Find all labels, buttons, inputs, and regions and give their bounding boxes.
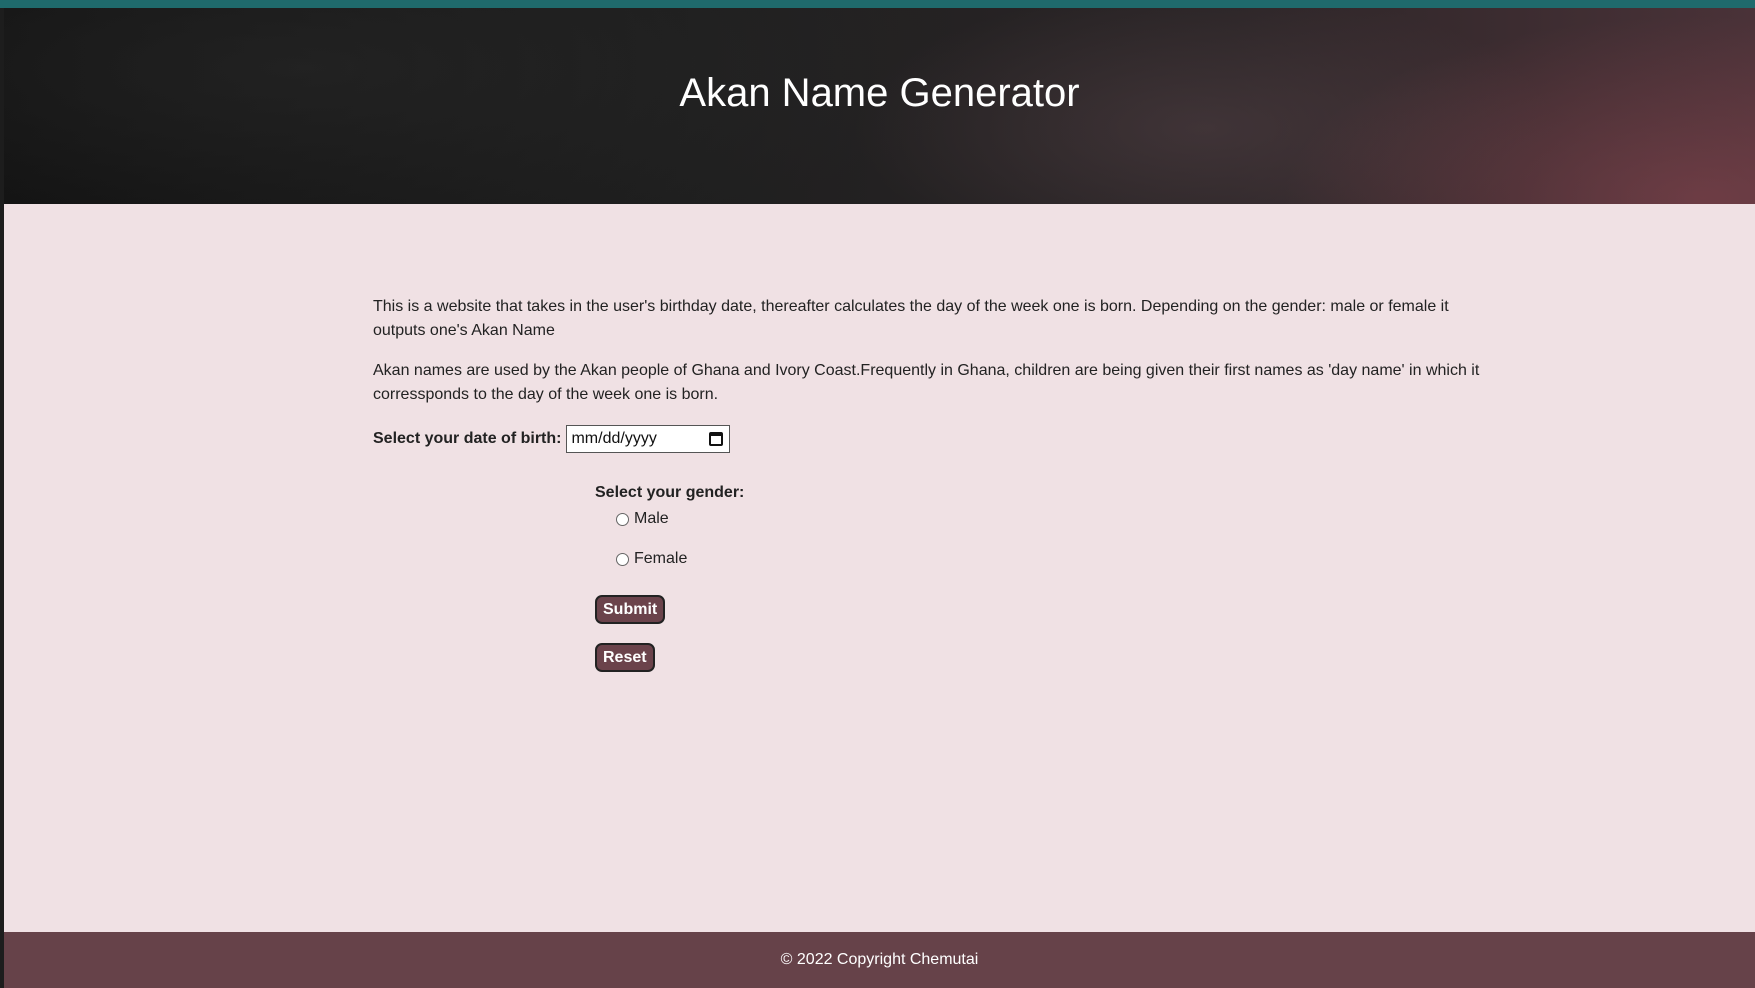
page: Akan Name Generator This is a website th…	[4, 8, 1755, 988]
calendar-icon[interactable]	[709, 432, 724, 446]
intro-paragraph-1: This is a website that takes in the user…	[373, 298, 1449, 339]
gender-option-male[interactable]: Male	[616, 510, 669, 528]
male-label: Male	[634, 510, 669, 527]
female-radio[interactable]	[616, 552, 629, 566]
male-radio[interactable]	[616, 512, 629, 526]
copyright-text: © 2022 Copyright Chemutai	[780, 951, 979, 968]
browser-top-bar	[0, 0, 1755, 8]
footer: © 2022 Copyright Chemutai	[4, 932, 1755, 988]
page-title: Akan Name Generator	[679, 71, 1080, 115]
date-of-birth-input[interactable]: mm/dd/yyyy	[566, 425, 731, 453]
dob-label: Select your date of birth:	[373, 430, 562, 447]
intro-section: This is a website that takes in the user…	[373, 295, 1483, 423]
gender-option-female[interactable]: Female	[616, 550, 687, 568]
gender-label: Select your gender:	[595, 484, 745, 501]
female-label: Female	[634, 550, 688, 567]
date-placeholder: mm/dd/yyyy	[571, 430, 657, 447]
hero-header: Akan Name Generator	[4, 8, 1755, 204]
reset-button[interactable]: Reset	[595, 643, 655, 672]
submit-button[interactable]: Submit	[595, 595, 666, 624]
dob-row: Select your date of birth: mm/dd/yyyy	[373, 424, 731, 454]
intro-paragraph-2: Akan names are used by the Akan people o…	[373, 362, 1480, 403]
